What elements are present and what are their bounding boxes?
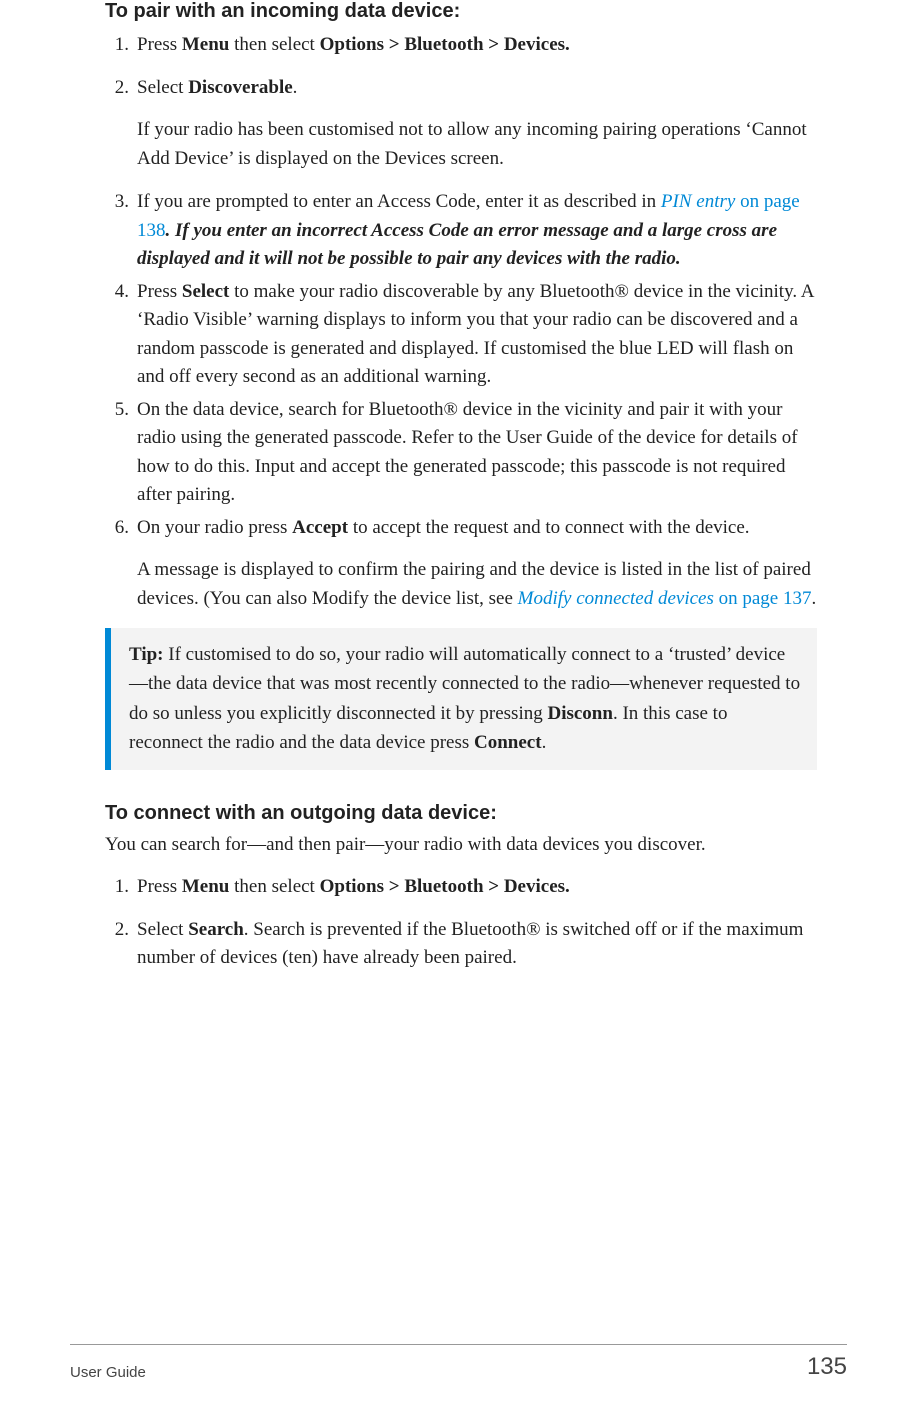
- section1-list: 1. Press Menu then select Options > Blue…: [105, 31, 817, 613]
- text: Press: [137, 876, 182, 897]
- text: On your radio press: [137, 517, 292, 538]
- paragraph: If your radio has been customised not to…: [137, 116, 817, 173]
- page-footer: User Guide 135: [70, 1344, 847, 1381]
- section1-heading: To pair with an incoming data device:: [105, 0, 817, 23]
- bold-text: Options > Bluetooth > Devices.: [320, 34, 570, 55]
- list-item: 6. On your radio press Accept to accept …: [105, 514, 817, 614]
- bold-text: Discoverable: [188, 77, 292, 98]
- item-number: 1.: [105, 873, 129, 902]
- text: to accept the request and to connect wit…: [348, 517, 749, 538]
- bold-text: Disconn: [547, 703, 612, 724]
- item-number: 3.: [105, 188, 129, 217]
- list-item: 2. Select Search. Search is prevented if…: [105, 916, 817, 973]
- item-number: 2.: [105, 916, 129, 945]
- tip-label: Tip:: [129, 644, 164, 665]
- bold-text: Connect: [474, 732, 542, 753]
- bold-text: Accept: [292, 517, 348, 538]
- list-item: 1. Press Menu then select Options > Blue…: [105, 31, 817, 60]
- list-item: 2. Select Discoverable. If your radio ha…: [105, 74, 817, 174]
- bold-text: Menu: [182, 34, 230, 55]
- item-number: 5.: [105, 396, 129, 425]
- bold-text: Search: [188, 919, 244, 940]
- link-modify-devices[interactable]: Modify connected devices: [518, 588, 714, 609]
- list-item: 4. Press Select to make your radio disco…: [105, 278, 817, 392]
- link-pin-entry[interactable]: PIN entry: [661, 191, 735, 212]
- text: If you are prompted to enter an Access C…: [137, 191, 661, 212]
- link-modify-devices-page[interactable]: on page 137: [714, 588, 812, 609]
- text: On the data device, search for Bluetooth…: [137, 399, 798, 506]
- item-number: 6.: [105, 514, 129, 543]
- list-item: 1. Press Menu then select Options > Blue…: [105, 873, 817, 902]
- bold-text: Options > Bluetooth > Devices.: [320, 876, 570, 897]
- text: .: [542, 732, 547, 753]
- text: Select: [137, 77, 188, 98]
- text: Press: [137, 281, 182, 302]
- section2-list: 1. Press Menu then select Options > Blue…: [105, 873, 817, 973]
- bold-text: Select: [182, 281, 229, 302]
- text: .: [166, 220, 176, 241]
- paragraph: A message is displayed to confirm the pa…: [137, 556, 817, 613]
- tip-box: Tip: If customised to do so, your radio …: [105, 628, 817, 770]
- text: .: [811, 588, 816, 609]
- list-item: 3. If you are prompted to enter an Acces…: [105, 188, 817, 274]
- page-number: 135: [807, 1353, 847, 1381]
- text: Press: [137, 34, 182, 55]
- text: to make your radio discoverable by any B…: [137, 281, 813, 388]
- page-content: To pair with an incoming data device: 1.…: [105, 0, 817, 973]
- item-number: 2.: [105, 74, 129, 103]
- section2-intro: You can search for—and then pair—your ra…: [105, 831, 817, 860]
- text: then select: [229, 876, 319, 897]
- item-number: 1.: [105, 31, 129, 60]
- item-number: 4.: [105, 278, 129, 307]
- section2-heading: To connect with an outgoing data device:: [105, 802, 817, 825]
- text: .: [293, 77, 298, 98]
- text: then select: [229, 34, 319, 55]
- text: Select: [137, 919, 188, 940]
- footer-title: User Guide: [70, 1364, 146, 1381]
- bold-italic-text: If you enter an incorrect Access Code an…: [137, 220, 777, 270]
- bold-text: Menu: [182, 876, 230, 897]
- list-item: 5. On the data device, search for Blueto…: [105, 396, 817, 510]
